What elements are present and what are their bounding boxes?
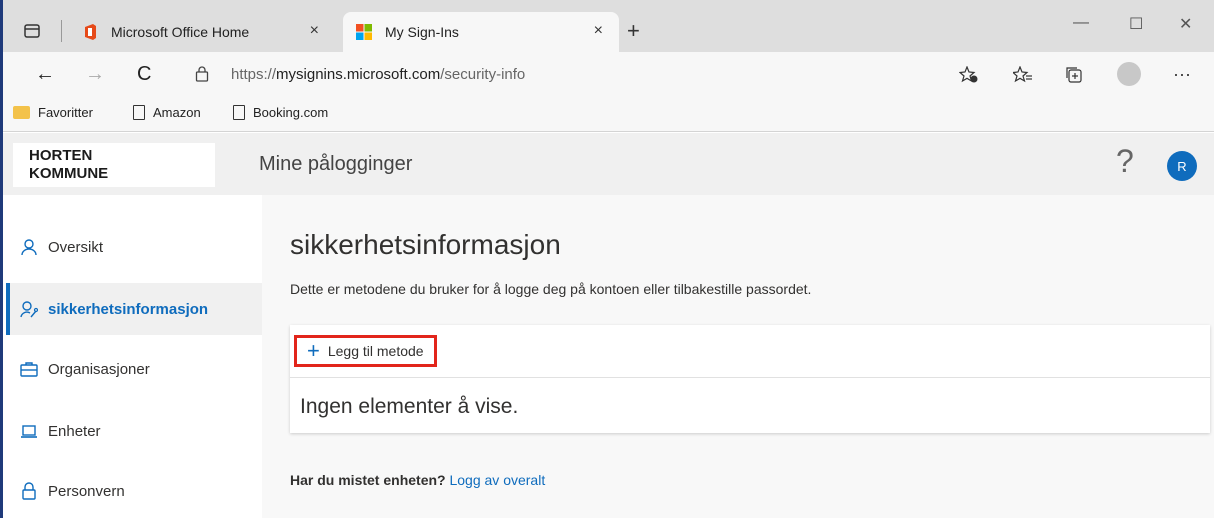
tab-actions-icon[interactable] bbox=[23, 22, 41, 40]
lock-icon bbox=[22, 482, 36, 500]
laptop-icon bbox=[21, 425, 37, 438]
sidebar-item-personvern[interactable]: Personvern bbox=[6, 465, 262, 517]
minimize-button[interactable]: — bbox=[1073, 14, 1089, 32]
empty-state-text: Ingen elementer å vise. bbox=[300, 395, 519, 418]
favorites-bar: Favoritter Amazon Booking.com bbox=[3, 98, 1214, 132]
close-window-button[interactable]: ✕ bbox=[1179, 14, 1192, 34]
back-button[interactable]: ← bbox=[35, 64, 55, 84]
main-content: sikkerhetsinformasjon Dette er metodene … bbox=[262, 195, 1214, 518]
sidebar-item-label: Oversikt bbox=[48, 238, 104, 256]
add-favorite-icon[interactable] bbox=[959, 66, 979, 84]
tab-separator bbox=[61, 20, 62, 42]
person-key-icon bbox=[20, 301, 38, 318]
app-title: Mine pålogginger bbox=[259, 153, 413, 175]
address-toolbar: ← → C https://mysignins.microsoft.com/se… bbox=[3, 52, 1214, 98]
tab-office-home[interactable]: Microsoft Office Home × bbox=[69, 12, 335, 52]
profile-avatar[interactable] bbox=[1117, 62, 1141, 86]
briefcase-icon bbox=[20, 362, 38, 377]
divider bbox=[290, 377, 1210, 378]
more-menu-button[interactable]: ··· bbox=[1173, 64, 1191, 85]
tab-my-sign-ins[interactable]: My Sign-Ins × bbox=[343, 12, 619, 52]
lost-device-text: Har du mistet enheten? bbox=[290, 472, 446, 488]
lost-device-prompt: Har du mistet enheten? Logg av overalt bbox=[290, 472, 545, 488]
favorite-label: Booking.com bbox=[253, 105, 329, 120]
favorite-amazon[interactable]: Amazon bbox=[133, 105, 201, 120]
tab-title: My Sign-Ins bbox=[385, 24, 459, 40]
sidebar-item-label: sikkerhetsinformasjon bbox=[48, 300, 209, 318]
sidebar-item-oversikt[interactable]: Oversikt bbox=[6, 221, 262, 273]
tab-strip: Microsoft Office Home × My Sign-Ins × + … bbox=[3, 0, 1214, 52]
sign-out-everywhere-link[interactable]: Logg av overalt bbox=[449, 472, 545, 488]
microsoft-logo-icon bbox=[356, 24, 372, 40]
close-tab-icon[interactable]: × bbox=[594, 22, 603, 40]
tab-title: Microsoft Office Home bbox=[111, 24, 250, 40]
sidebar-item-organisasjoner[interactable]: Organisasjoner bbox=[6, 343, 262, 395]
page-description: Dette er metodene du bruker for å logge … bbox=[290, 281, 812, 297]
sidebar-item-label: Personvern bbox=[48, 482, 125, 500]
sidebar: Oversikt sikkerhetsinformasjon Organisas… bbox=[6, 195, 262, 518]
sidebar-item-label: Organisasjoner bbox=[48, 360, 150, 378]
page-icon bbox=[233, 105, 245, 120]
new-tab-button[interactable]: + bbox=[627, 20, 640, 42]
favorite-label: Favoritter bbox=[38, 105, 93, 120]
site-info-icon[interactable] bbox=[195, 66, 209, 82]
sidebar-item-label: Enheter bbox=[48, 422, 101, 440]
sidebar-item-enheter[interactable]: Enheter bbox=[6, 405, 262, 457]
url-host: mysignins.microsoft.com bbox=[276, 66, 441, 83]
forward-button[interactable]: → bbox=[85, 64, 105, 84]
office-logo-icon bbox=[85, 24, 96, 40]
user-avatar[interactable]: R bbox=[1167, 151, 1197, 181]
refresh-button[interactable]: C bbox=[137, 64, 151, 84]
add-method-button[interactable]: + Legg til metode bbox=[294, 335, 437, 367]
address-bar[interactable]: https://mysignins.microsoft.com/security… bbox=[231, 66, 525, 83]
favorite-label: Amazon bbox=[153, 105, 201, 120]
org-name-line1: HORTEN bbox=[29, 147, 93, 164]
page-icon bbox=[133, 105, 145, 120]
close-tab-icon[interactable]: × bbox=[310, 22, 319, 40]
plus-icon: + bbox=[307, 338, 320, 363]
collections-icon[interactable] bbox=[1065, 66, 1085, 84]
browser-window: Microsoft Office Home × My Sign-Ins × + … bbox=[0, 0, 1214, 518]
sidebar-item-security-info[interactable]: sikkerhetsinformasjon bbox=[6, 283, 262, 335]
favorites-icon[interactable] bbox=[1013, 66, 1033, 84]
favorite-booking[interactable]: Booking.com bbox=[233, 105, 328, 120]
help-icon[interactable]: ? bbox=[1116, 143, 1134, 180]
page-title: sikkerhetsinformasjon bbox=[290, 229, 561, 260]
org-logo[interactable]: HORTEN KOMMUNE bbox=[13, 143, 215, 187]
url-path: /security-info bbox=[440, 66, 526, 83]
person-icon bbox=[21, 239, 37, 256]
methods-card: + Legg til metode Ingen elementer å vise… bbox=[290, 325, 1210, 433]
favorite-folder[interactable]: Favoritter bbox=[13, 105, 93, 120]
app-header: HORTEN KOMMUNE Mine pålogginger ? R bbox=[3, 133, 1214, 195]
folder-icon bbox=[13, 106, 30, 119]
maximize-button[interactable]: ☐ bbox=[1129, 14, 1143, 34]
org-name-line2: KOMMUNE bbox=[29, 165, 109, 182]
add-method-label: Legg til metode bbox=[327, 343, 424, 359]
user-initial: R bbox=[1177, 158, 1187, 174]
url-prefix: https:// bbox=[231, 66, 277, 83]
